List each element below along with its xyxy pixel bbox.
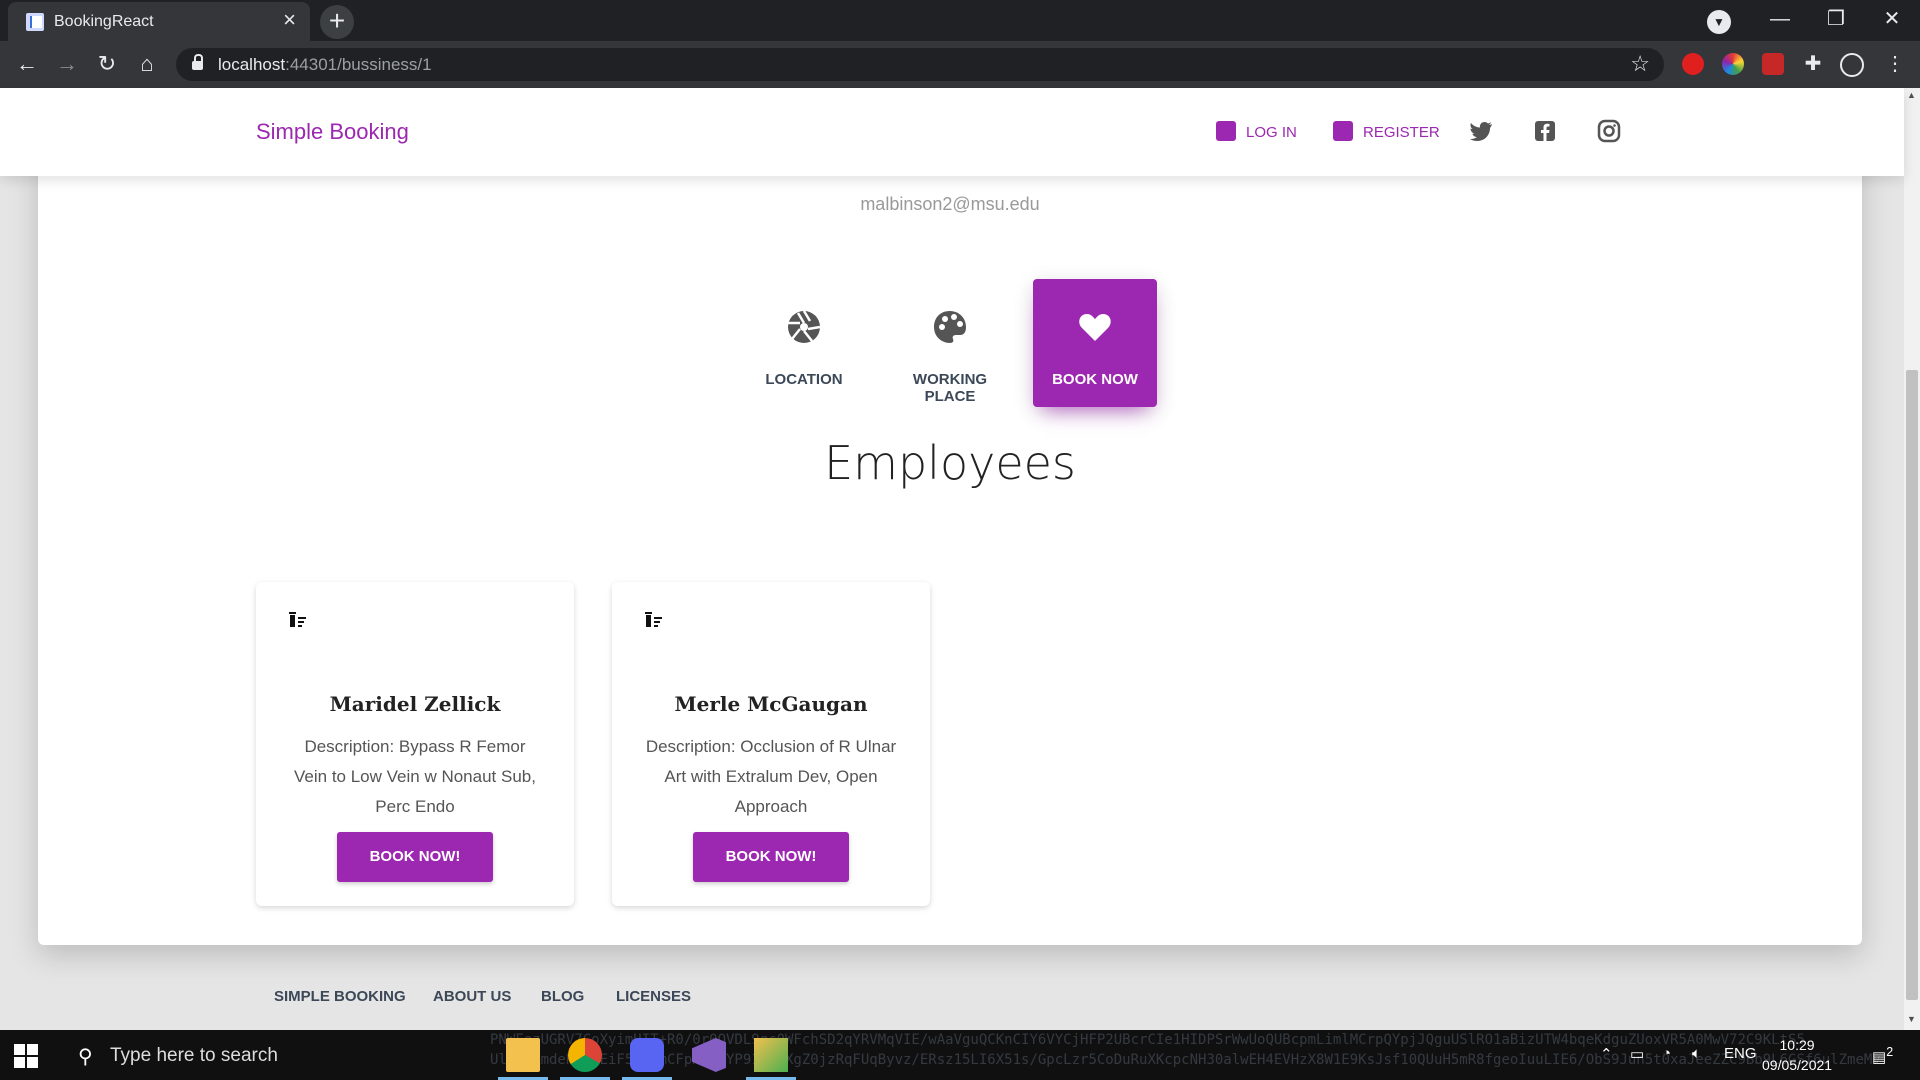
footer-link-about-us[interactable]: ABOUT US	[433, 988, 511, 1005]
home-icon[interactable]: ⌂	[132, 49, 162, 79]
tab-location[interactable]: LOCATION	[742, 279, 866, 407]
delete-sweep-icon[interactable]	[286, 610, 308, 630]
close-tab-icon[interactable]: ×	[283, 9, 296, 31]
taskbar-search-box[interactable]: ⚲ Type here to search	[64, 1030, 484, 1080]
book-now-button[interactable]: BOOK NOW!	[337, 832, 493, 882]
browser-tab[interactable]: BookingReact ×	[8, 2, 310, 41]
url-path: :44301/bussiness/1	[285, 55, 432, 74]
brand-link[interactable]: Simple Booking	[256, 119, 409, 145]
volume-icon[interactable]: 🔈︎	[1692, 1045, 1701, 1062]
page-favicon-icon	[26, 13, 44, 31]
tab-book-now[interactable]: BOOK NOW	[1033, 279, 1157, 407]
business-card: malbinson2@msu.edu LOCATION WORKING PLAC…	[38, 88, 1862, 945]
tray-chevron-icon[interactable]: ⌃	[1600, 1045, 1613, 1063]
palette-icon	[934, 311, 966, 343]
tab-working-place[interactable]: WORKING PLACE	[888, 279, 1012, 407]
aperture-icon	[788, 310, 821, 343]
chrome-icon[interactable]	[560, 1038, 610, 1080]
page-viewport: malbinson2@msu.edu LOCATION WORKING PLAC…	[0, 88, 1904, 1030]
windows-start-icon[interactable]	[14, 1044, 38, 1068]
window-close-icon[interactable]: ✕	[1864, 0, 1920, 41]
login-label: LOG IN	[1246, 123, 1297, 141]
instagram-icon[interactable]	[1596, 118, 1622, 144]
bookmark-star-icon[interactable]: ☆	[1630, 51, 1650, 77]
reload-icon[interactable]: ↻	[92, 49, 122, 79]
delete-sweep-icon[interactable]	[642, 610, 664, 630]
browser-tab-strip: BookingReact × + ▼ — ❐ ✕	[0, 0, 1920, 41]
windows-taskbar: ⚲ Type here to search PNWFezUGRV7CoXyimU…	[0, 1030, 1920, 1080]
heart-icon	[1079, 314, 1111, 341]
forward-icon[interactable]: →	[52, 49, 82, 79]
taskbar-clock[interactable]: 10:29 09/05/2021	[1762, 1035, 1832, 1075]
footer-link-blog[interactable]: BLOG	[541, 988, 584, 1005]
extension-grid-icon[interactable]	[1762, 53, 1784, 75]
discord-icon[interactable]	[622, 1038, 672, 1080]
new-tab-button[interactable]: +	[320, 5, 354, 39]
tab-location-label: LOCATION	[765, 371, 843, 388]
site-navbar: Simple Booking LOG IN REGISTER	[0, 88, 1904, 176]
business-email: malbinson2@msu.edu	[860, 194, 1040, 214]
extension-color-icon[interactable]	[1722, 53, 1744, 75]
tab-book-now-label: BOOK NOW	[1052, 371, 1138, 388]
employee-card: Merle McGaugan Description: Occlusion of…	[612, 582, 930, 906]
extension-adblock-icon[interactable]	[1682, 53, 1704, 75]
clock-time: 10:29	[1779, 1037, 1815, 1053]
browser-menu-icon[interactable]: ⋮	[1884, 53, 1906, 75]
register-label: REGISTER	[1363, 123, 1440, 141]
back-icon[interactable]: ←	[12, 49, 42, 79]
notification-center-icon[interactable]: ▤2	[1872, 1045, 1893, 1066]
language-indicator[interactable]: ENG	[1724, 1045, 1757, 1062]
clock-date: 09/05/2021	[1762, 1057, 1833, 1073]
react-devtools-icon[interactable]	[1840, 53, 1864, 77]
notification-count: 2	[1886, 1045, 1894, 1059]
extensions-puzzle-icon[interactable]: ✚	[1802, 53, 1824, 75]
login-icon	[1216, 121, 1236, 141]
url-text: localhost:44301/bussiness/1	[218, 55, 432, 75]
page-scrollbar[interactable]: ▲ ▼	[1904, 88, 1920, 1030]
facebook-icon[interactable]	[1532, 118, 1558, 144]
browser-toolbar: ← → ↻ ⌂ localhost:44301/bussiness/1 ☆ ✚ …	[0, 41, 1920, 88]
footer-link-licenses[interactable]: LICENSES	[616, 988, 691, 1005]
search-icon: ⚲	[78, 1046, 93, 1068]
scrollbar-thumb[interactable]	[1906, 370, 1918, 1000]
twitter-icon[interactable]	[1468, 118, 1494, 144]
tab-working-place-label: WORKING PLACE	[912, 371, 988, 405]
lock-icon	[192, 54, 203, 70]
battery-icon[interactable]: ▭	[1630, 1045, 1644, 1063]
restore-icon[interactable]: ❐	[1808, 0, 1864, 41]
book-now-button[interactable]: BOOK NOW!	[693, 832, 849, 882]
minimize-icon[interactable]: —	[1752, 0, 1808, 41]
employee-name: Maridel Zellick	[329, 692, 501, 716]
login-link[interactable]: LOG IN	[1216, 121, 1297, 143]
address-bar[interactable]: localhost:44301/bussiness/1 ☆	[176, 48, 1664, 81]
register-link[interactable]: REGISTER	[1333, 121, 1440, 143]
employee-name: Merle McGaugan	[674, 692, 868, 716]
browser-tab-title: BookingReact	[54, 13, 154, 30]
employee-description: Description: Bypass R Femor Vein to Low …	[294, 737, 536, 816]
tab-search-icon[interactable]: ▼	[1707, 10, 1731, 34]
taskbar-search-placeholder: Type here to search	[110, 1045, 278, 1066]
url-host: localhost	[218, 55, 286, 74]
wifi-icon[interactable]: ◔	[1662, 1045, 1671, 1062]
file-explorer-icon[interactable]	[498, 1038, 548, 1080]
employees-heading: Employees	[824, 436, 1076, 490]
register-icon	[1333, 121, 1353, 141]
scroll-up-icon[interactable]: ▲	[1907, 90, 1916, 100]
employee-card: Maridel Zellick Description: Bypass R Fe…	[256, 582, 574, 906]
scroll-down-icon[interactable]: ▼	[1907, 1014, 1916, 1024]
app-icon[interactable]	[746, 1038, 796, 1080]
footer-link-simple-booking[interactable]: SIMPLE BOOKING	[274, 988, 406, 1005]
employee-description: Description: Occlusion of R Ulnar Art wi…	[645, 737, 897, 816]
